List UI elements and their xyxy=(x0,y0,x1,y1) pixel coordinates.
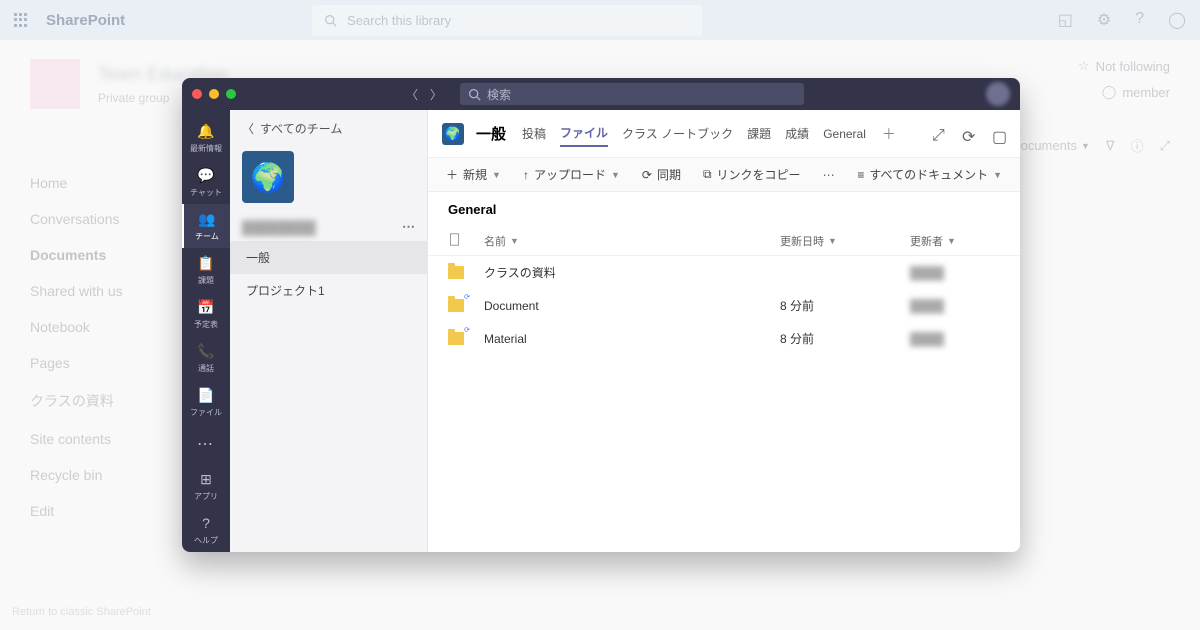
rail-item-file[interactable]: 📄ファイル xyxy=(182,380,230,424)
file-command-bar: ＋ 新規 ▼ ↑ アップロード ▼ ⟳ 同期 ⧉ リンクをコピー ⋯ ≡ すべて… xyxy=(428,158,1020,192)
apps-icon: ⊞ xyxy=(197,470,215,488)
sync-badge-icon: ⟳ xyxy=(464,293,470,301)
minimize-icon[interactable] xyxy=(209,89,219,99)
chat-icon: 💬 xyxy=(197,166,215,184)
file-row[interactable]: クラスの資料 ████ xyxy=(428,256,1020,289)
teams-search[interactable]: 検索 xyxy=(460,83,804,105)
rail-item-teams[interactable]: 👥チーム xyxy=(182,204,230,248)
teams-icon: 👥 xyxy=(198,210,216,228)
channel-tab[interactable]: General xyxy=(823,123,866,145)
refresh-icon[interactable]: ⟳ xyxy=(962,127,976,141)
rail-item-call[interactable]: 📞通話 xyxy=(182,336,230,380)
team-name[interactable]: ████████ xyxy=(242,220,316,235)
file-modifiedby: ████ xyxy=(910,332,1000,346)
file-modifiedby: ████ xyxy=(910,299,1000,313)
column-modifiedby[interactable]: 更新者▼ xyxy=(910,233,1000,249)
teams-main: 🌍 一般 投稿ファイルクラス ノートブック課題成績 General ＋ ⤢ ⟳ ▢… xyxy=(428,110,1020,552)
help-icon: ? xyxy=(197,514,215,532)
team-more-icon[interactable]: ⋯ xyxy=(402,219,415,235)
file-type-icon xyxy=(448,233,461,246)
channel-team-icon: 🌍 xyxy=(442,123,464,145)
file-row[interactable]: ⟳ Material 8 分前 ████ xyxy=(428,322,1020,355)
bell-icon: 🔔 xyxy=(197,122,215,140)
rail-item-help[interactable]: ?ヘルプ xyxy=(182,508,230,552)
file-name: クラスの資料 xyxy=(484,264,780,281)
rail-item-assign[interactable]: 📋課題 xyxy=(182,248,230,292)
file-table-header: 名前▼ 更新日時▼ 更新者▼ xyxy=(428,227,1020,256)
file-name: Material xyxy=(484,332,780,346)
team-list-panel: 〈 すべてのチーム 🌍 ████████ ⋯ 一般プロジェクト1 xyxy=(230,110,428,552)
call-icon: 📞 xyxy=(197,342,215,360)
channel-tab[interactable]: 課題 xyxy=(747,121,771,146)
teams-user-avatar[interactable] xyxy=(986,82,1010,106)
assign-icon: 📋 xyxy=(197,254,215,272)
teams-rail: 🔔最新情報💬チャット👥チーム📋課題📅予定表📞通話📄ファイル⋯⊞アプリ?ヘルプ xyxy=(182,110,230,552)
channel-header: 🌍 一般 投稿ファイルクラス ノートブック課題成績 General ＋ ⤢ ⟳ ▢ xyxy=(428,110,1020,158)
copy-link-button[interactable]: ⧉ リンクをコピー xyxy=(703,166,801,183)
file-name: Document xyxy=(484,299,780,313)
more-commands-icon[interactable]: ⋯ xyxy=(823,168,835,182)
folder-icon xyxy=(448,266,464,279)
close-icon[interactable] xyxy=(192,89,202,99)
file-icon: 📄 xyxy=(197,386,215,404)
nav-forward-icon[interactable]: 〉 xyxy=(430,86,442,103)
expand-tab-icon[interactable]: ⤢ xyxy=(932,127,946,141)
channel-item[interactable]: プロジェクト1 xyxy=(230,274,427,307)
search-icon xyxy=(468,88,481,101)
file-modified: 8 分前 xyxy=(780,330,910,347)
teams-search-placeholder: 検索 xyxy=(487,86,511,103)
column-modified[interactable]: 更新日時▼ xyxy=(780,233,910,249)
channel-tab[interactable]: 成績 xyxy=(785,121,809,146)
new-button[interactable]: ＋ 新規 ▼ xyxy=(446,166,501,183)
file-row[interactable]: ⟳ Document 8 分前 ████ xyxy=(428,289,1020,322)
add-tab-icon[interactable]: ＋ xyxy=(882,124,896,144)
column-name[interactable]: 名前▼ xyxy=(484,233,780,249)
window-controls xyxy=(192,89,236,99)
channel-tab[interactable]: ファイル xyxy=(560,120,608,147)
sync-button[interactable]: ⟳ 同期 xyxy=(642,166,681,183)
upload-button[interactable]: ↑ アップロード ▼ xyxy=(523,166,620,183)
file-modifiedby: ████ xyxy=(910,266,1000,280)
meet-icon[interactable]: ▢ xyxy=(992,127,1006,141)
calendar-icon: 📅 xyxy=(197,298,215,316)
rail-more-icon[interactable]: ⋯ xyxy=(197,424,215,464)
channel-tab[interactable]: 投稿 xyxy=(522,121,546,146)
sync-badge-icon: ⟳ xyxy=(464,326,470,334)
maximize-icon[interactable] xyxy=(226,89,236,99)
view-selector[interactable]: ≡ すべてのドキュメント ▼ xyxy=(857,166,1002,183)
team-avatar[interactable]: 🌍 xyxy=(242,151,294,203)
rail-item-apps[interactable]: ⊞アプリ xyxy=(182,464,230,508)
teams-window: 〈 〉 検索 🔔最新情報💬チャット👥チーム📋課題📅予定表📞通話📄ファイル⋯⊞アプ… xyxy=(182,78,1020,552)
folder-icon: ⟳ xyxy=(448,299,464,312)
all-teams-back[interactable]: 〈 すべてのチーム xyxy=(230,110,427,147)
folder-icon: ⟳ xyxy=(448,332,464,345)
file-modified: 8 分前 xyxy=(780,297,910,314)
channel-tab[interactable]: クラス ノートブック xyxy=(622,121,733,146)
teams-titlebar: 〈 〉 検索 xyxy=(182,78,1020,110)
rail-item-bell[interactable]: 🔔最新情報 xyxy=(182,116,230,160)
nav-back-icon[interactable]: 〈 xyxy=(406,86,418,103)
channel-title: 一般 xyxy=(476,123,506,144)
rail-item-chat[interactable]: 💬チャット xyxy=(182,160,230,204)
channel-item[interactable]: 一般 xyxy=(230,241,427,274)
rail-item-calendar[interactable]: 📅予定表 xyxy=(182,292,230,336)
folder-breadcrumb[interactable]: General xyxy=(428,192,1020,227)
